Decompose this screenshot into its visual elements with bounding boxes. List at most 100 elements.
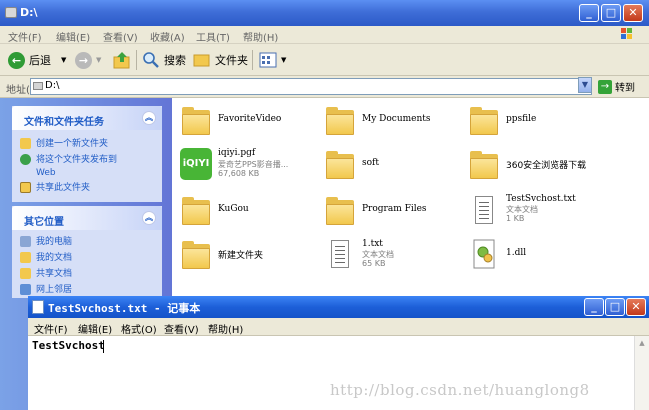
new-folder-icon [20,138,31,149]
file-item-iqiyi[interactable]: iQIYI iqiyi.pgf 爱奇艺PPS影音播... 67,608 KB [174,144,324,188]
file-name: FavoriteVideo [218,114,282,124]
text-cursor [103,340,104,353]
folder-icon [180,238,212,270]
computer-icon [20,236,31,247]
task-publish-web-label: Web [36,168,56,178]
place-shared-label: 共享文档 [36,269,73,279]
file-tasks-panel: 文件和文件夹任务 ︽ 创建一个新文件夹 将这个文件夹发布到 Web 共享此文件夹 [12,106,162,202]
task-share-label: 共享此文件夹 [36,183,91,193]
notepad-titlebar[interactable]: TestSvchost.txt - 记事本 _ □ ✕ [28,296,649,318]
search-button[interactable]: 搜索 [142,50,186,70]
file-item-1-txt[interactable]: 1.txt 文本文档 65 KB [318,234,468,278]
address-bar: 地址(D) D:\ [0,76,649,98]
explorer-titlebar[interactable]: D:\ _ □ ✕ [0,0,649,26]
dll-file-icon [468,238,500,270]
folder-icon [180,104,212,136]
notepad-menu-edit[interactable]: 编辑(E) [78,321,112,336]
toolbar-separator [136,50,137,70]
notepad-minimize-button[interactable]: _ [584,298,604,316]
folder-icon [468,148,500,180]
maximize-button[interactable]: □ [601,4,621,22]
menu-view[interactable]: 查看(V) [103,29,138,44]
windows-logo-icon [621,28,632,39]
folders-button[interactable]: 文件夹 [193,50,248,70]
toolbar: ← 后退 ▼ → ▼ 搜索 文件夹 ▼ [0,44,649,76]
menu-tools[interactable]: 工具(T) [196,29,230,44]
back-label: 后退 [29,54,51,67]
close-button[interactable]: ✕ [623,4,643,22]
notepad-menu-view[interactable]: 查看(V) [164,321,199,336]
file-name: iqiyi.pgf [218,148,256,158]
task-new-folder-label: 创建一个新文件夹 [36,139,109,149]
collapse-icon[interactable]: ︽ [142,111,156,125]
shared-folder-icon [20,268,31,279]
file-item-new-folder[interactable]: 新建文件夹 [174,234,324,278]
go-button[interactable]: → 转到 [598,79,635,94]
search-label: 搜索 [164,54,186,67]
back-arrow-icon: ← [8,51,25,69]
place-network-label: 网上邻居 [36,285,73,295]
file-item-1-dll[interactable]: 1.dll [462,234,612,278]
documents-folder-icon [20,252,31,263]
globe-icon [20,154,31,165]
text-document-icon [324,238,356,270]
views-button[interactable]: ▼ [259,50,286,70]
scroll-up-arrow-icon[interactable]: ▲ [635,336,649,350]
up-folder-button[interactable] [113,50,131,70]
file-item-ppsfile[interactable]: ppsfile [462,100,612,144]
task-new-folder[interactable]: 创建一个新文件夹 [12,136,162,152]
notepad-menu-file[interactable]: 文件(F) [34,321,68,336]
minimize-button[interactable]: _ [579,4,599,22]
task-publish-web[interactable]: 将这个文件夹发布到 [12,152,162,168]
menu-help[interactable]: 帮助(H) [243,29,278,44]
menu-favorites[interactable]: 收藏(A) [150,29,185,44]
go-arrow-icon: → [598,79,612,94]
file-item-kugou[interactable]: KuGou [174,190,324,234]
file-name: TestSvchost.txt [506,194,576,204]
file-item-my-documents[interactable]: My Documents [318,100,468,144]
file-tasks-header[interactable]: 文件和文件夹任务 ︽ [12,106,162,130]
share-folder-icon [20,182,31,193]
notepad-menu-help[interactable]: 帮助(H) [208,321,243,336]
place-my-documents[interactable]: 我的文档 [12,250,162,266]
file-name: Program Files [362,204,427,214]
file-item-soft[interactable]: soft [318,144,468,188]
collapse-icon[interactable]: ︽ [142,211,156,225]
file-item-program-files[interactable]: Program Files [318,190,468,234]
menu-edit[interactable]: 编辑(E) [56,29,90,44]
notepad-title: TestSvchost.txt - 记事本 [48,302,201,315]
file-size: 67,608 KB [218,169,260,178]
folder-icon [468,104,500,136]
back-button[interactable]: ← 后退 ▼ [8,50,66,70]
folder-icon [180,194,212,226]
file-name: soft [362,158,379,168]
file-item-testsvchost-txt[interactable]: TestSvchost.txt 文本文档 1 KB [462,190,612,234]
up-folder-icon [113,52,130,69]
notepad-maximize-button[interactable]: □ [605,298,625,316]
notepad-menu-format[interactable]: 格式(O) [121,321,157,336]
file-item-360-download[interactable]: 360安全浏览器下载 [462,144,612,188]
file-tasks-title: 文件和文件夹任务 [24,117,104,128]
place-my-documents-label: 我的文档 [36,253,73,263]
place-my-computer[interactable]: 我的电脑 [12,234,162,250]
other-places-header[interactable]: 其它位置 ︽ [12,206,162,230]
forward-button[interactable]: → ▼ [75,50,101,70]
drive-icon [33,82,43,90]
file-item-favoritevideo[interactable]: FavoriteVideo [174,100,324,144]
file-name: 360安全浏览器下载 [506,161,587,171]
notepad-scrollbar[interactable]: ▲ [634,336,649,410]
task-share-folder[interactable]: 共享此文件夹 [12,180,162,196]
menu-file[interactable]: 文件(F) [8,29,42,44]
views-icon [259,52,277,68]
address-input[interactable]: D:\ [30,78,592,95]
chevron-down-icon: ▼ [96,56,102,64]
notepad-icon [32,300,44,314]
task-publish-web-cont[interactable]: Web [12,168,162,180]
place-my-computer-label: 我的电脑 [36,237,73,247]
place-shared-documents[interactable]: 共享文档 [12,266,162,282]
folder-icon [324,148,356,180]
notepad-close-button[interactable]: ✕ [626,298,646,316]
network-icon [20,284,31,295]
address-dropdown-button[interactable]: ▼ [578,77,592,93]
folder-icon [193,54,210,67]
